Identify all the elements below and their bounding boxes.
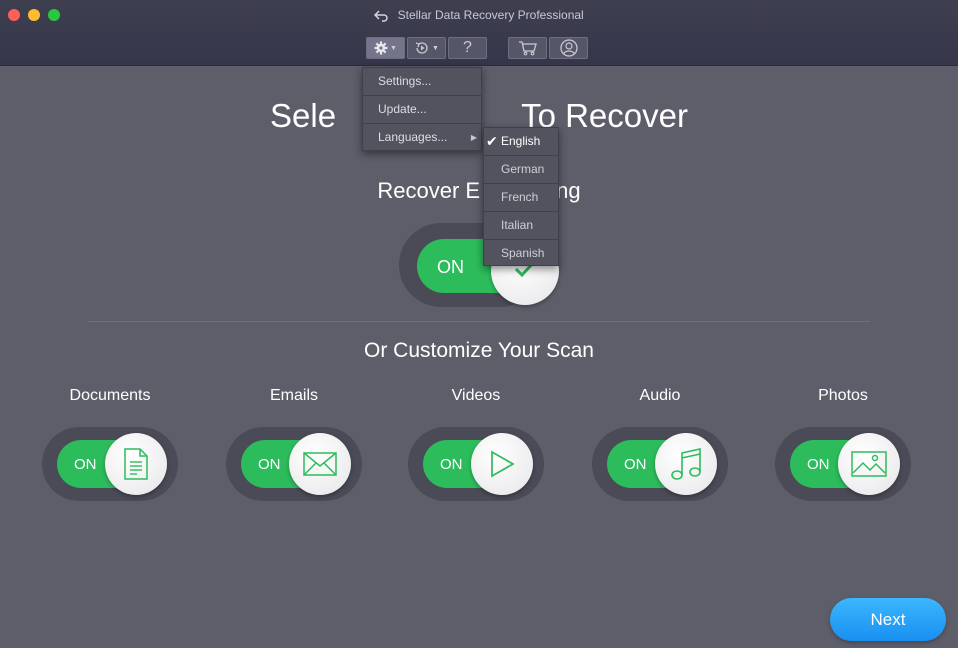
- audio-toggle[interactable]: ON: [607, 433, 717, 495]
- language-label: Spanish: [501, 246, 545, 260]
- music-note-icon: [670, 447, 702, 481]
- chevron-down-icon: ▼: [432, 44, 439, 52]
- language-english[interactable]: ✔ English: [484, 128, 558, 156]
- window-title: Stellar Data Recovery Professional: [0, 8, 958, 22]
- history-icon: [414, 40, 430, 56]
- checkmark-icon: ✔: [486, 133, 498, 149]
- category-label: Documents: [69, 387, 151, 404]
- category-toggle-frame: ON: [408, 427, 544, 501]
- category-label: Videos: [451, 387, 501, 404]
- videos-toggle[interactable]: ON: [423, 433, 533, 495]
- settings-button[interactable]: ▼: [366, 37, 405, 59]
- category-label: Audio: [639, 387, 681, 404]
- toggle-knob[interactable]: [105, 433, 167, 495]
- user-icon: [559, 39, 578, 57]
- language-german[interactable]: German: [484, 156, 558, 184]
- category-audio: Audio ON: [585, 387, 735, 501]
- menu-item-settings[interactable]: Settings...: [363, 68, 481, 96]
- back-arrow-icon[interactable]: [374, 10, 388, 22]
- toggle-knob[interactable]: [655, 433, 717, 495]
- section-divider: [88, 321, 870, 322]
- category-toggle-frame: ON: [42, 427, 178, 501]
- envelope-icon: [303, 452, 337, 476]
- recover-everything-left: Recover E: [377, 178, 481, 203]
- language-spanish[interactable]: Spanish: [484, 240, 558, 268]
- menu-item-label: Settings...: [378, 74, 432, 88]
- menu-item-languages[interactable]: Languages... ▶: [363, 124, 481, 152]
- category-toggle-frame: ON: [775, 427, 911, 501]
- languages-submenu: ✔ English German French Italian Spanish: [483, 127, 559, 266]
- recover-everything-right: ng: [556, 178, 581, 203]
- customize-scan-heading: Or Customize Your Scan: [364, 339, 594, 362]
- help-icon: ?: [463, 39, 472, 56]
- next-button[interactable]: Next: [830, 598, 946, 641]
- help-button[interactable]: ?: [448, 37, 487, 59]
- toggle-on-label: ON: [258, 456, 281, 473]
- menu-item-label: Update...: [378, 102, 427, 116]
- toggle-on-label: ON: [440, 456, 463, 473]
- menu-item-label: Languages...: [378, 130, 448, 144]
- document-icon: [122, 448, 150, 480]
- image-icon: [851, 451, 887, 477]
- toggle-on-label: ON: [624, 456, 647, 473]
- category-label: Emails: [269, 387, 318, 404]
- submenu-arrow-icon: ▶: [470, 133, 477, 142]
- gear-icon: [374, 41, 388, 55]
- category-photos: Photos ON: [768, 387, 918, 501]
- toggle-knob[interactable]: [289, 433, 351, 495]
- category-toggle-frame: ON: [226, 427, 362, 501]
- cart-button[interactable]: [508, 37, 547, 59]
- language-label: Italian: [501, 218, 534, 232]
- category-documents: Documents ON: [35, 387, 185, 501]
- category-videos: Videos ON: [401, 387, 551, 501]
- toggle-knob[interactable]: [471, 433, 533, 495]
- toggle-on-label: ON: [74, 456, 97, 473]
- toggle-on-label: ON: [437, 257, 464, 277]
- language-label: French: [501, 190, 539, 204]
- play-icon: [489, 450, 515, 478]
- settings-menu: Settings... Update... Languages... ▶: [362, 67, 482, 151]
- category-label: Photos: [818, 387, 868, 404]
- title-bar: Stellar Data Recovery Professional ▼ ▼ ?: [0, 0, 958, 66]
- history-button[interactable]: ▼: [407, 37, 446, 59]
- category-emails: Emails ON: [219, 387, 369, 501]
- page-title-left: Sele: [270, 97, 337, 134]
- chevron-down-icon: ▼: [390, 44, 397, 52]
- menu-item-update[interactable]: Update...: [363, 96, 481, 124]
- documents-toggle[interactable]: ON: [57, 433, 167, 495]
- language-italian[interactable]: Italian: [484, 212, 558, 240]
- toggle-knob[interactable]: [838, 433, 900, 495]
- emails-toggle[interactable]: ON: [241, 433, 351, 495]
- recover-everything-heading: Recover E ng: [0, 178, 958, 204]
- cart-icon: [518, 40, 538, 56]
- account-button[interactable]: [549, 37, 588, 59]
- window-title-text: Stellar Data Recovery Professional: [397, 8, 584, 22]
- language-label: English: [501, 134, 541, 148]
- toggle-on-label: ON: [807, 456, 830, 473]
- language-label: German: [501, 162, 545, 176]
- language-french[interactable]: French: [484, 184, 558, 212]
- photos-toggle[interactable]: ON: [790, 433, 900, 495]
- category-toggle-frame: ON: [592, 427, 728, 501]
